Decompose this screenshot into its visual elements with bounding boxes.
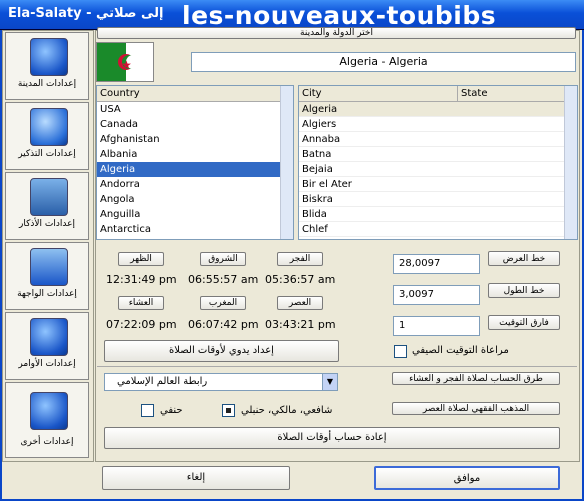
longitude-input[interactable]: 3,0097 [393,285,480,305]
country-list-item[interactable]: USA [97,102,283,117]
country-list-item[interactable]: Angola [97,192,283,207]
prayer-time: 05:36:57 am [265,273,336,286]
tools-icon [30,392,68,430]
latitude-input[interactable]: 28,0097 [393,254,480,274]
country-list-item[interactable]: Algeria [97,162,283,177]
prayer-time: 06:07:42 pm [188,318,259,331]
country-list-item[interactable]: Andorra [97,177,283,192]
ok-button[interactable]: موافق [374,466,560,490]
globe-icon [30,38,68,76]
city-column-header[interactable]: City [299,86,458,101]
sidebar-item-label: إعدادات الواجهة [17,289,77,299]
asr-madhab-button[interactable]: المذهب الفقهي لصلاة العصر [392,402,560,415]
city-list-item[interactable]: Annaba [299,132,564,147]
prayer-name-button[interactable]: العصر [277,296,323,310]
city-list-item[interactable]: Batna [299,147,564,162]
city-list-item[interactable]: Algeria [299,102,564,117]
city-list-item[interactable]: Blida [299,207,564,222]
country-list-item[interactable]: Albania [97,147,283,162]
hanafi-radio[interactable] [141,404,154,417]
city-list-item[interactable]: Bejaia [299,162,564,177]
city-list-item[interactable]: Bir el Ater [299,177,564,192]
prayer-time: 07:22:09 pm [106,318,177,331]
prayer-name-button[interactable]: الفجر [277,252,323,266]
prayer-time: 06:55:57 am [188,273,259,286]
prayer-time: 03:43:21 pm [265,318,336,331]
prayer-name-button[interactable]: المغرب [200,296,246,310]
country-list-item[interactable]: Afghanistan [97,132,283,147]
fajr-isha-method-button[interactable]: طرق الحساب لصلاة الفجر و العشاء [392,372,560,385]
quran-icon [30,178,68,216]
sidebar-item-label: إعدادات أخرى [20,437,74,447]
calc-method-value: رابطة العالم الإسلامي [117,376,208,387]
prayer-name-button[interactable]: الظهر [118,252,164,266]
algeria-flag: ★ [96,42,154,82]
recalculate-button[interactable]: إعادة حساب أوقات الصلاة [104,427,560,449]
sidebar-item-other[interactable]: إعدادات أخرى [5,382,89,458]
gear-icon [30,318,68,356]
city-list-item[interactable]: Algiers [299,117,564,132]
shafii-radio[interactable] [222,404,235,417]
timezone-button[interactable]: فارق التوقيت [488,315,560,330]
window-title: Ela-Salaty - إلى صلاتي [8,6,164,21]
selected-location-display: Algeria - Algeria [191,52,576,72]
speaker-icon [30,108,68,146]
country-list-item[interactable]: Anguilla [97,207,283,222]
country-list-item[interactable]: Canada [97,117,283,132]
sidebar-item-label: إعدادات التذكير [18,149,76,159]
country-list[interactable]: Country USA Canada Afghanistan Albania Alger… [96,85,294,240]
city-list[interactable]: City State Algeria Algiers Annaba Batna Bejai… [298,85,578,240]
cancel-button[interactable]: إلغاء [102,466,290,490]
sidebar-item-interface[interactable]: إعدادات الواجهة [5,242,89,310]
city-list-item[interactable]: Chlef [299,222,564,237]
city-list-item[interactable]: Biskra [299,192,564,207]
prayer-time: 12:31:49 pm [106,273,177,286]
watermark-text: les-nouveaux-toubibs [182,1,497,30]
prayer-name-button[interactable]: العشاء [118,296,164,310]
country-list-item[interactable]: Antarctica [97,222,283,237]
sidebar-item-label: إعدادات الأوامر [18,359,76,369]
sidebar-item-commands[interactable]: إعدادات الأوامر [5,312,89,380]
select-country-city-button[interactable]: اختر الدولة والمدينة [97,27,576,39]
city-list-header: City State [299,86,577,102]
country-column-header[interactable]: Country [97,86,293,102]
country-list-scrollbar[interactable] [280,86,293,239]
hanafi-label: حنفي [160,405,183,416]
divider [97,366,577,367]
chevron-down-icon[interactable]: ▼ [322,374,337,390]
sidebar-item-label: إعدادات الأذكار [19,219,75,229]
state-column-header[interactable]: State [458,88,487,99]
timezone-input[interactable]: 1 [393,316,480,336]
sidebar-item-reminder[interactable]: إعدادات التذكير [5,102,89,170]
sidebar-item-city[interactable]: إعدادات المدينة [5,32,89,100]
sidebar-item-athkar[interactable]: إعدادات الأذكار [5,172,89,240]
sidebar-item-label: إعدادات المدينة [17,79,77,89]
manual-setup-button[interactable]: إعداد يدوي لأوقات الصلاة [104,340,339,362]
calc-method-select[interactable]: رابطة العالم الإسلامي ▼ [104,373,338,391]
latitude-button[interactable]: خط العرض [488,251,560,266]
dst-checkbox[interactable] [394,345,407,358]
dst-label: مراعاة التوقيت الصيفي [412,345,509,356]
shafii-label: شافعي، مالكي، حنبلي [241,405,333,416]
city-list-scrollbar[interactable] [564,86,577,239]
longitude-button[interactable]: خط الطول [488,283,560,298]
interface-icon [30,248,68,286]
prayer-name-button[interactable]: الشروق [200,252,246,266]
